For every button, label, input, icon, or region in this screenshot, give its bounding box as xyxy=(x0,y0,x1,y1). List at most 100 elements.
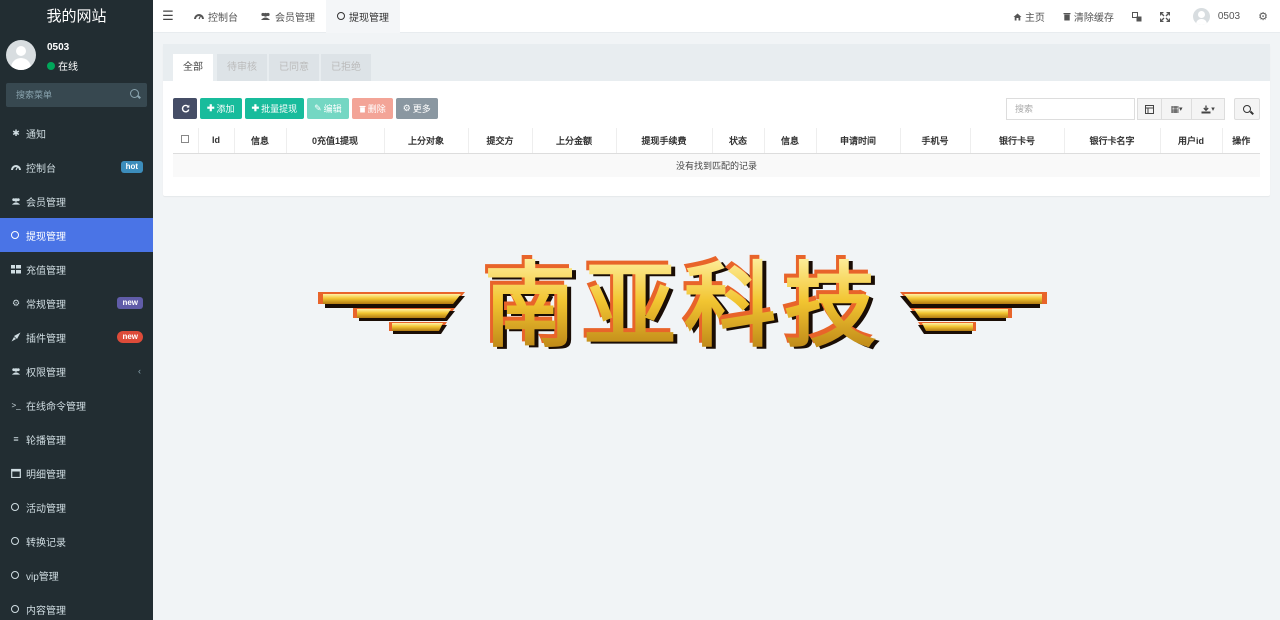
pencil-icon: ✎ xyxy=(314,103,322,113)
user-menu[interactable]: 0503 xyxy=(1179,8,1249,25)
more-button[interactable]: ⚙ 更多 xyxy=(395,98,438,119)
batch-withdraw-button[interactable]: ✚ 批量提现 xyxy=(244,98,305,119)
download-icon xyxy=(1201,105,1211,113)
asterisk-icon: ✱ xyxy=(12,127,20,138)
column-header[interactable]: 上分对象 xyxy=(384,128,469,154)
sidebar-item-vip[interactable]: vip管理 xyxy=(0,558,153,592)
sidebar-item-label: 轮播管理 xyxy=(26,435,66,447)
grid-icon: ▦ xyxy=(1170,103,1179,114)
user-status-text: 在线 xyxy=(58,62,78,73)
trash-icon xyxy=(359,105,366,112)
column-header[interactable]: 状态 xyxy=(712,128,765,154)
delete-label: 删除 xyxy=(367,104,386,114)
column-header[interactable]: 提现手续费 xyxy=(616,128,713,154)
sidebar-item-members[interactable]: 会员管理 xyxy=(0,184,153,218)
gear-icon: ⚙ xyxy=(402,103,411,113)
sidebar-menu: ✱ 通知 控制台 hot 会员管理 提现管理 充值管理 ⚙ 常规管理 new 插… xyxy=(0,116,153,620)
sidebar-item-withdraw[interactable]: 提现管理 xyxy=(0,218,153,252)
tab-approved[interactable]: 已同意 xyxy=(269,54,319,81)
menu-search-input[interactable] xyxy=(6,83,126,107)
list-icon: ≡ xyxy=(13,434,19,444)
sidebar-item-general[interactable]: ⚙ 常规管理 new xyxy=(0,286,153,320)
view-options: ▦ ▾ ▾ xyxy=(1137,98,1225,120)
sidebar-item-conversion[interactable]: 转换记录 xyxy=(0,524,153,558)
status-tabs: 全部 待审核 已同意 已拒绝 xyxy=(163,44,1270,81)
sidebar-item-recharge[interactable]: 充值管理 xyxy=(0,252,153,286)
column-header[interactable]: 用户id xyxy=(1160,128,1223,154)
home-link[interactable]: 主页 xyxy=(1004,9,1054,24)
dashboard-icon xyxy=(194,14,204,20)
sidebar-item-label: 在线命令管理 xyxy=(26,401,86,413)
tab-rejected[interactable]: 已拒绝 xyxy=(321,54,371,81)
plus-icon: ✚ xyxy=(207,103,215,113)
menu-toggle-icon[interactable]: ☰ xyxy=(153,0,183,33)
online-dot-icon xyxy=(47,61,55,70)
translate-button[interactable] xyxy=(1123,11,1151,22)
table-row: 没有找到匹配的记录 xyxy=(173,153,1260,177)
tab-label: 提现管理 xyxy=(349,12,389,24)
column-header[interactable]: 申请时间 xyxy=(816,128,901,154)
sidebar-item-label: 提现管理 xyxy=(26,231,66,243)
site-title[interactable]: 我的网站 xyxy=(0,0,153,33)
translate-icon xyxy=(1131,11,1142,21)
tab-members[interactable]: 会员管理 xyxy=(249,0,326,33)
fullscreen-button[interactable] xyxy=(1151,11,1179,22)
column-header[interactable]: 银行卡号 xyxy=(970,128,1065,154)
column-header[interactable]: Id xyxy=(198,128,235,154)
sidebar-item-activity[interactable]: 活动管理 xyxy=(0,490,153,524)
sidebar: 我的网站 0503 在线 ✱ 通知 控制台 hot 会员管理 xyxy=(0,0,153,620)
edit-button[interactable]: ✎ 编辑 xyxy=(307,98,349,119)
refresh-button[interactable] xyxy=(173,98,197,119)
tab-dashboard[interactable]: 控制台 xyxy=(183,0,249,33)
column-header[interactable]: 银行卡名字 xyxy=(1064,128,1161,154)
sidebar-item-notice[interactable]: ✱ 通知 xyxy=(0,116,153,150)
table-search-input[interactable] xyxy=(1006,98,1135,120)
top-nav: ☰ 控制台 会员管理 提现管理 主页 清除缓存 0503 ⚙ xyxy=(153,0,1280,33)
search-icon xyxy=(1243,105,1251,113)
sidebar-item-dashboard[interactable]: 控制台 hot xyxy=(0,150,153,184)
more-label: 更多 xyxy=(412,104,431,114)
column-header[interactable]: 上分金额 xyxy=(532,128,617,154)
sidebar-item-carousel[interactable]: ≡ 轮播管理 xyxy=(0,422,153,456)
tab-pending[interactable]: 待审核 xyxy=(217,54,267,81)
clear-cache-button[interactable]: 清除缓存 xyxy=(1054,9,1123,24)
delete-button[interactable]: 删除 xyxy=(351,98,393,119)
withdraw-table: Id 信息 0充值1提现 上分对象 提交方 上分金额 提现手续费 状态 信息 申… xyxy=(173,128,1260,177)
sidebar-item-label: 通知 xyxy=(26,129,46,141)
cogs-icon: ⚙ xyxy=(1258,11,1268,23)
table-header-row: Id 信息 0充值1提现 上分对象 提交方 上分金额 提现手续费 状态 信息 申… xyxy=(173,128,1260,154)
circle-icon xyxy=(337,12,345,20)
add-button[interactable]: ✚ 添加 xyxy=(200,98,242,119)
column-header[interactable]: 信息 xyxy=(234,128,287,154)
user-name: 0503 xyxy=(47,42,70,53)
clear-cache-label: 清除缓存 xyxy=(1073,13,1114,24)
select-all-checkbox[interactable] xyxy=(181,135,190,144)
search-icon[interactable] xyxy=(130,89,139,98)
sidebar-item-plugins[interactable]: 插件管理 new xyxy=(0,320,153,354)
sidebar-item-online-command[interactable]: >_ 在线命令管理 xyxy=(0,388,153,422)
column-header[interactable]: 提交方 xyxy=(468,128,533,154)
column-header[interactable]: 0充值1提现 xyxy=(286,128,385,154)
tab-all[interactable]: 全部 xyxy=(173,54,213,81)
sidebar-item-permissions[interactable]: 权限管理 ‹ xyxy=(0,354,153,388)
plus-icon: ✚ xyxy=(251,103,260,113)
table-view-icon xyxy=(1145,104,1154,114)
select-all-cell xyxy=(173,128,199,154)
toggle-view-button[interactable] xyxy=(1137,98,1162,120)
fullscreen-icon xyxy=(1159,11,1170,22)
columns-button[interactable]: ▦ ▾ xyxy=(1161,98,1192,120)
search-button[interactable] xyxy=(1234,98,1260,120)
column-header[interactable]: 信息 xyxy=(764,128,817,154)
sidebar-item-details[interactable]: 明细管理 xyxy=(0,456,153,490)
sidebar-item-label: 插件管理 xyxy=(26,333,66,345)
users-icon xyxy=(11,196,21,206)
chevron-left-icon[interactable]: ‹ xyxy=(138,366,141,376)
sidebar-item-content[interactable]: 内容管理 xyxy=(0,592,153,620)
export-button[interactable]: ▾ xyxy=(1191,98,1225,120)
tab-withdraw[interactable]: 提现管理 xyxy=(326,0,400,33)
trash-icon xyxy=(1063,13,1071,21)
column-header[interactable]: 手机号 xyxy=(900,128,971,154)
settings-button[interactable]: ⚙ xyxy=(1249,10,1280,23)
cogs-icon: ⚙ xyxy=(11,297,21,308)
circle-icon xyxy=(11,503,19,511)
